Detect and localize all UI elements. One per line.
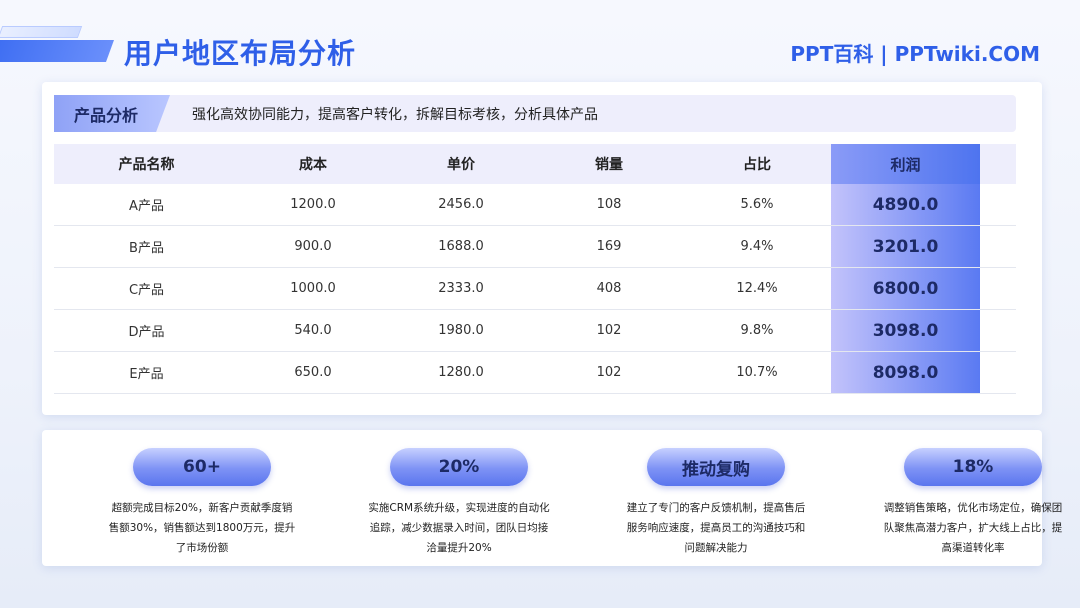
cell-sales: 108 xyxy=(596,197,622,212)
col-header-name: 产品名称 xyxy=(118,157,175,173)
stat-item: 推动复购 建立了专门的客户反馈机制，提高售后服务响应速度，提高员工的沟通技巧和问… xyxy=(616,448,816,558)
stat-item: 60+ 超额完成目标20%，新客户贡献季度销售额30%，销售额达到1800万元，… xyxy=(102,448,302,558)
col-header-cost: 成本 xyxy=(299,157,327,173)
cell-sales: 102 xyxy=(596,323,622,338)
cell-name: B产品 xyxy=(129,241,164,256)
table-row: B产品 900.0 1688.0 169 9.4% 3201.0 xyxy=(54,226,1016,268)
col-header-profit: 利润 xyxy=(831,144,980,184)
cell-cost: 1200.0 xyxy=(290,197,336,212)
stat-description: 实施CRM系统升级，实现进度的自动化追踪，减少数据录入时间，团队日均接洽量提升2… xyxy=(368,502,550,554)
page-title: 用户地区布局分析 xyxy=(124,37,357,70)
cell-price: 2333.0 xyxy=(438,281,484,296)
col-header-sales: 销量 xyxy=(595,157,623,173)
cell-sales: 408 xyxy=(596,281,622,296)
stat-description: 调整销售策略，优化市场定位，确保团队聚焦高潜力客户，扩大线上占比，提高渠道转化率 xyxy=(883,502,1063,554)
stat-description: 超额完成目标20%，新客户贡献季度销售额30%，销售额达到1800万元，提升了市… xyxy=(108,502,296,554)
product-table: 产品名称 成本 单价 销量 占比 利润 A产品 1200.0 2456.0 10… xyxy=(54,144,1016,394)
cell-share: 9.4% xyxy=(740,239,774,254)
cell-name: D产品 xyxy=(128,325,165,340)
cell-profit: 4890.0 xyxy=(831,184,980,225)
cell-profit: 8098.0 xyxy=(831,352,980,393)
stat-description: 建立了专门的客户反馈机制，提高售后服务响应速度，提高员工的沟通技巧和问题解决能力 xyxy=(626,502,806,554)
col-header-share: 占比 xyxy=(743,157,771,173)
banner-description: 强化高效协同能力，提高客户转化，拆解目标考核，分析具体产品 xyxy=(192,106,598,123)
table-header: 产品名称 成本 单价 销量 占比 利润 xyxy=(54,144,1016,184)
cell-name: A产品 xyxy=(129,199,164,214)
stat-item: 18% 调整销售策略，优化市场定位，确保团队聚焦高潜力客户，扩大线上占比，提高渠… xyxy=(873,448,1073,558)
table-row: D产品 540.0 1980.0 102 9.8% 3098.0 xyxy=(54,310,1016,352)
brand-logo-text: PPT百科 | PPTwiki.COM xyxy=(790,42,1040,66)
cell-price: 1280.0 xyxy=(438,365,484,380)
stat-value-pill: 18% xyxy=(904,448,1042,486)
cell-profit: 3098.0 xyxy=(831,310,980,351)
cell-name: C产品 xyxy=(128,283,165,298)
stat-value-pill: 60+ xyxy=(133,448,271,486)
cell-price: 1688.0 xyxy=(438,239,484,254)
cell-name: E产品 xyxy=(129,367,164,382)
stat-item: 20% 实施CRM系统升级，实现进度的自动化追踪，减少数据录入时间，团队日均接洽… xyxy=(359,448,559,558)
col-header-price: 单价 xyxy=(447,157,475,173)
table-row: E产品 650.0 1280.0 102 10.7% 8098.0 xyxy=(54,352,1016,394)
cell-cost: 650.0 xyxy=(294,365,332,380)
cell-sales: 169 xyxy=(596,239,622,254)
cell-sales: 102 xyxy=(596,365,622,380)
table-row: A产品 1200.0 2456.0 108 5.6% 4890.0 xyxy=(54,184,1016,226)
cell-cost: 540.0 xyxy=(294,323,332,338)
cell-profit: 6800.0 xyxy=(831,268,980,309)
table-row: C产品 1000.0 2333.0 408 12.4% 6800.0 xyxy=(54,268,1016,310)
stat-value-pill: 20% xyxy=(390,448,528,486)
product-analysis-card: 产品分析 强化高效协同能力，提高客户转化，拆解目标考核，分析具体产品 产品名称 … xyxy=(42,82,1042,415)
title-decoration-bar xyxy=(0,40,115,62)
cell-price: 1980.0 xyxy=(438,323,484,338)
stats-card: 60+ 超额完成目标20%，新客户贡献季度销售额30%，销售额达到1800万元，… xyxy=(42,430,1062,566)
cell-share: 5.6% xyxy=(740,197,774,212)
cell-share: 9.8% xyxy=(740,323,774,338)
analysis-banner: 产品分析 强化高效协同能力，提高客户转化，拆解目标考核，分析具体产品 xyxy=(54,95,1016,132)
cell-share: 10.7% xyxy=(736,365,778,380)
cell-price: 2456.0 xyxy=(438,197,484,212)
title-decoration-outline xyxy=(0,26,83,38)
stat-value-pill: 推动复购 xyxy=(647,448,785,486)
cell-cost: 900.0 xyxy=(294,239,332,254)
banner-tag: 产品分析 xyxy=(54,95,170,132)
cell-cost: 1000.0 xyxy=(290,281,336,296)
cell-profit: 3201.0 xyxy=(831,226,980,267)
cell-share: 12.4% xyxy=(736,281,778,296)
